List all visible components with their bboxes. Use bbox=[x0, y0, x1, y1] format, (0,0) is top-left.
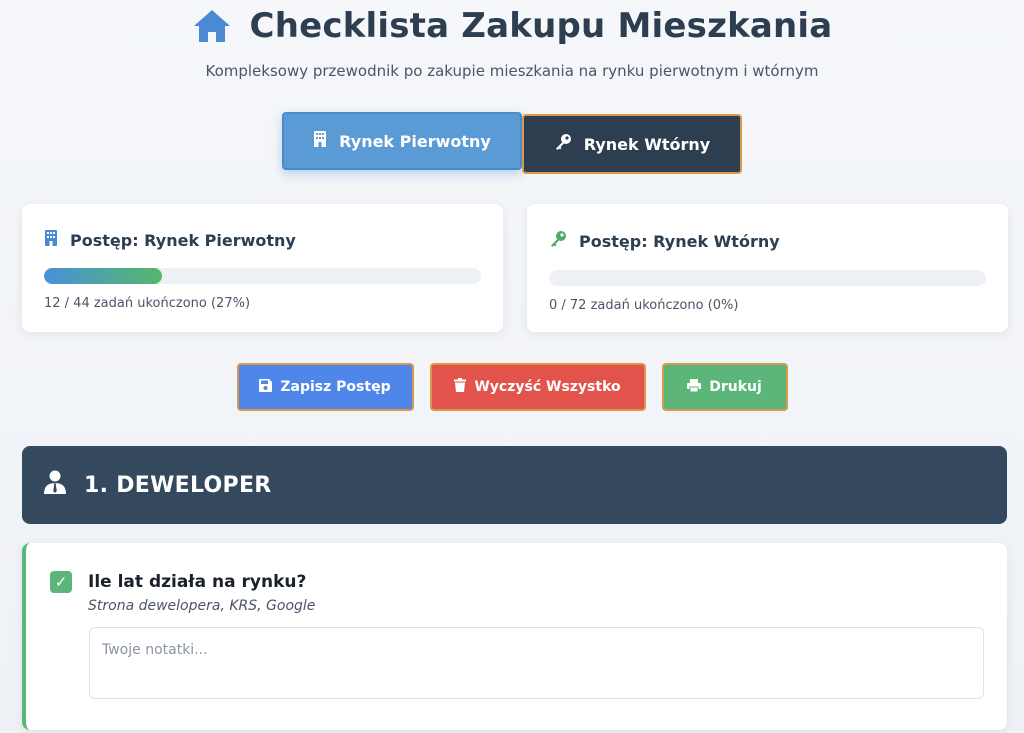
action-buttons: Zapisz Postęp Wyczyść Wszystko Drukuj bbox=[0, 363, 1024, 411]
trash-icon bbox=[454, 378, 467, 396]
progress-card-secondary: Postęp: Rynek Wtórny 0 / 72 zadań ukończ… bbox=[527, 204, 1008, 332]
page-subtitle: Kompleksowy przewodnik po zakupie mieszk… bbox=[205, 62, 819, 80]
page-header: Checklista Zakupu Mieszkania Kompleksowy… bbox=[0, 0, 1024, 80]
print-button-label: Drukuj bbox=[709, 379, 762, 395]
building-icon bbox=[313, 131, 327, 151]
home-icon bbox=[192, 6, 232, 46]
progress-title-text: Postęp: Rynek Wtórny bbox=[579, 231, 780, 251]
progress-title-text: Postęp: Rynek Pierwotny bbox=[70, 230, 296, 250]
save-button-label: Zapisz Postęp bbox=[280, 379, 391, 395]
task-title: Ile lat działa na rynku? bbox=[88, 572, 307, 592]
floppy-disk-icon bbox=[259, 378, 273, 396]
tab-label: Rynek Pierwotny bbox=[339, 131, 491, 151]
clear-button-label: Wyczyść Wszystko bbox=[474, 379, 621, 395]
task-card: ✓ Ile lat działa na rynku? Strona dewelo… bbox=[22, 543, 1007, 730]
building-icon bbox=[44, 230, 58, 250]
progress-text-secondary: 0 / 72 zadań ukończono (0%) bbox=[549, 298, 739, 313]
task-hint: Strona dewelopera, KRS, Google bbox=[88, 598, 316, 614]
progress-card-primary: Postęp: Rynek Pierwotny 12 / 44 zadań uk… bbox=[22, 204, 503, 332]
progress-card-title: Postęp: Rynek Wtórny bbox=[549, 230, 986, 252]
clear-all-button[interactable]: Wyczyść Wszystko bbox=[429, 363, 646, 411]
tab-primary-market[interactable]: Rynek Pierwotny bbox=[282, 112, 522, 170]
section-header-developer[interactable]: 1. DEWELOPER bbox=[22, 446, 1007, 524]
save-progress-button[interactable]: Zapisz Postęp bbox=[236, 363, 414, 411]
notes-field[interactable] bbox=[89, 627, 984, 699]
print-button[interactable]: Drukuj bbox=[661, 363, 788, 411]
title-row: Checklista Zakupu Mieszkania bbox=[0, 4, 1024, 48]
checkmark-icon: ✓ bbox=[54, 573, 68, 591]
user-tie-icon bbox=[44, 470, 66, 500]
progress-card-title: Postęp: Rynek Pierwotny bbox=[44, 230, 481, 250]
market-tabs: Rynek Pierwotny Rynek Wtórny bbox=[0, 112, 1024, 174]
progress-bar-primary bbox=[44, 268, 481, 284]
key-icon bbox=[554, 133, 572, 155]
progress-text-primary: 12 / 44 zadań ukończono (27%) bbox=[44, 296, 251, 311]
tab-label: Rynek Wtórny bbox=[583, 134, 711, 154]
progress-row: Postęp: Rynek Pierwotny 12 / 44 zadań uk… bbox=[0, 204, 1024, 332]
key-icon bbox=[549, 230, 567, 252]
task-checkbox[interactable]: ✓ bbox=[50, 571, 72, 593]
progress-bar-fill bbox=[44, 268, 162, 284]
section-title: 1. DEWELOPER bbox=[84, 472, 272, 498]
page-title: Checklista Zakupu Mieszkania bbox=[249, 6, 833, 46]
printer-icon bbox=[687, 378, 702, 396]
tab-secondary-market[interactable]: Rynek Wtórny bbox=[522, 114, 742, 174]
progress-bar-secondary bbox=[549, 270, 986, 286]
